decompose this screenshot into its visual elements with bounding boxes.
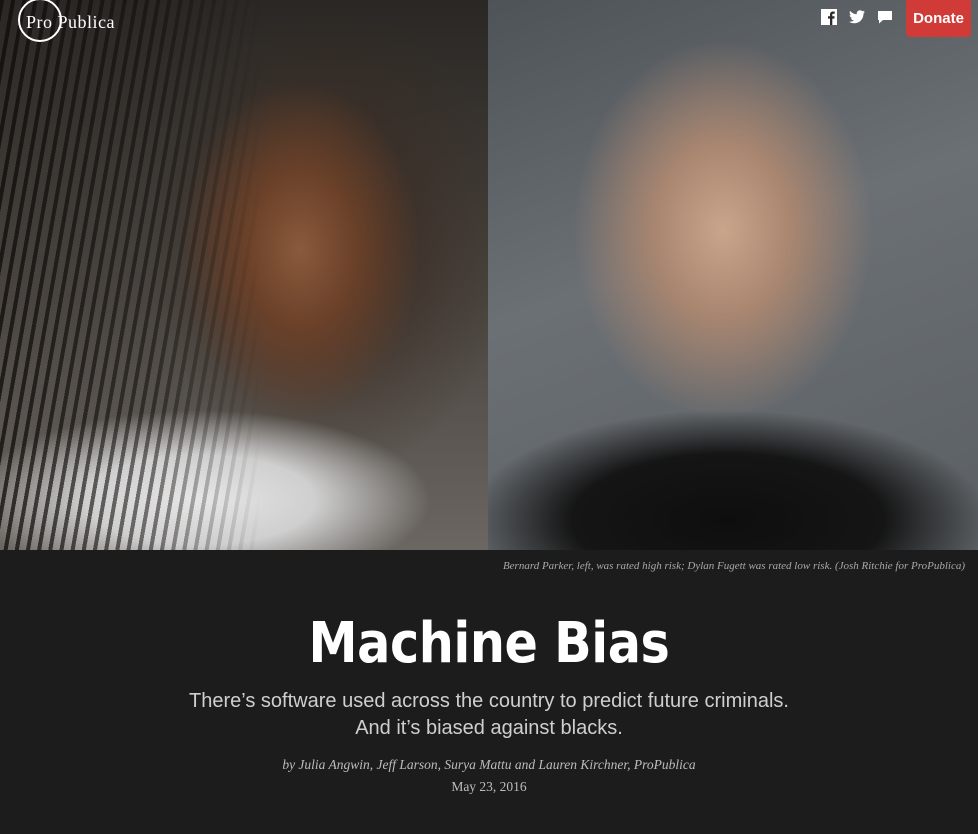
propublica-logo[interactable]: Pro Publica <box>18 0 115 44</box>
article-date: May 23, 2016 <box>451 779 527 794</box>
photo-dylan-fugett <box>488 0 978 550</box>
comment-icon[interactable] <box>876 8 894 26</box>
article-title: Machine Bias <box>308 611 670 676</box>
twitter-icon[interactable] <box>848 8 866 26</box>
article-byline: by Julia Angwin, Jeff Larson, Surya Matt… <box>282 757 696 772</box>
donate-button[interactable]: Donate <box>906 0 971 37</box>
article-dek: There’s software used across the country… <box>189 690 789 739</box>
hero-image <box>0 0 978 550</box>
article-page: Pro Publica Donate Bernard Parker, left,… <box>0 0 978 834</box>
photo-bernard-parker <box>0 0 488 550</box>
facebook-icon[interactable] <box>820 8 838 26</box>
social-share <box>820 8 894 26</box>
logo-text: Pro Publica <box>26 12 115 32</box>
photo-caption: Bernard Parker, left, was rated high ris… <box>502 560 965 572</box>
